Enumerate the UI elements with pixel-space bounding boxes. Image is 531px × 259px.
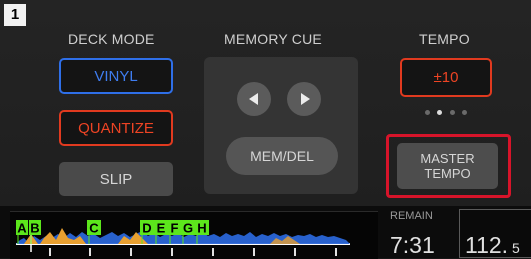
remain-label: REMAIN xyxy=(390,210,433,222)
beat-ticks xyxy=(49,248,337,256)
remain-time: 7:31 xyxy=(390,232,435,258)
bpm-decimal: 5 xyxy=(512,240,520,256)
hot-cue-label-b: B xyxy=(30,221,39,236)
waveform-graphics: AB C DEFGH xyxy=(16,220,350,256)
hot-cue-label-d: D xyxy=(142,221,151,236)
hot-cue-label-e: E xyxy=(157,221,166,236)
bpm-value: 112. xyxy=(465,232,509,258)
hot-cue-label-f: F xyxy=(171,221,179,236)
hot-cue-label-a: A xyxy=(17,221,27,236)
hot-cue-label-h: H xyxy=(197,221,206,236)
hot-cue-label-g: G xyxy=(183,221,193,236)
hot-cue-label-c: C xyxy=(89,221,99,236)
